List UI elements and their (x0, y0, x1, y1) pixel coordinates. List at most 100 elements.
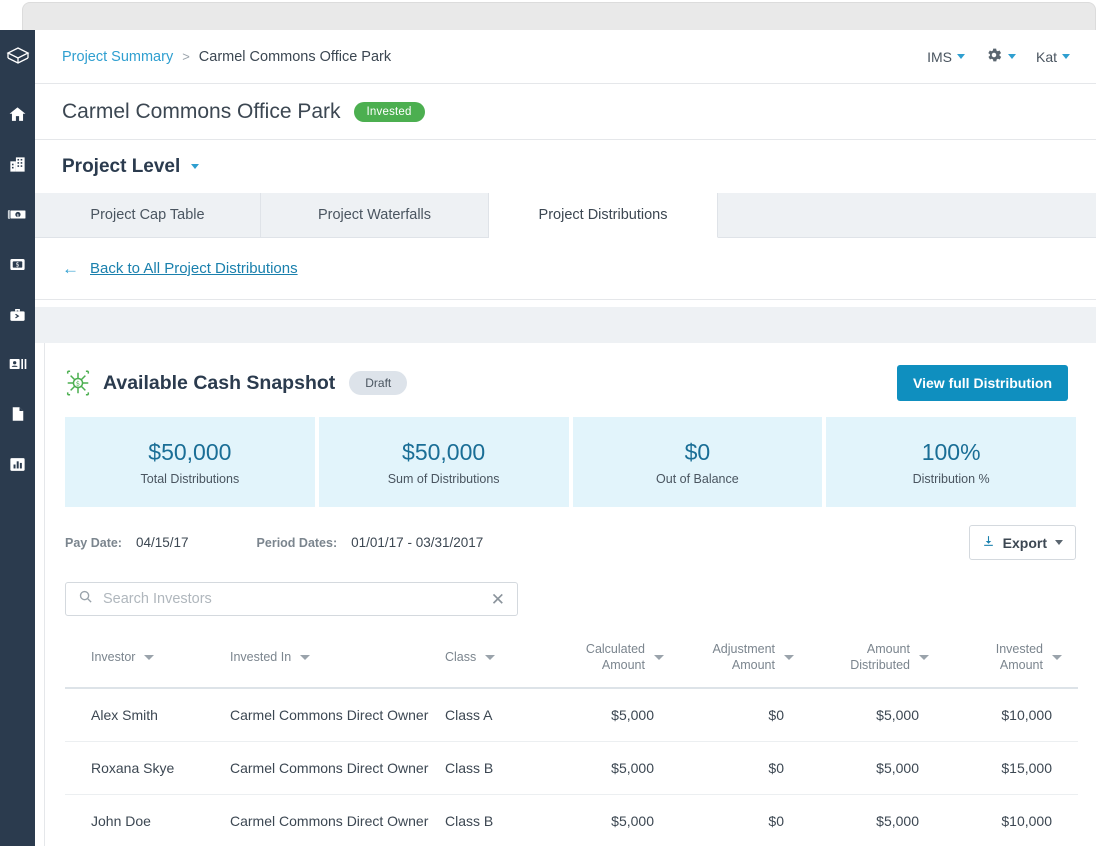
cell-invested-amount: $10,000 (945, 794, 1078, 846)
sidebar-item-documents[interactable] (0, 389, 35, 439)
draft-badge: Draft (349, 371, 408, 395)
breadcrumb-project-summary[interactable]: Project Summary (62, 49, 173, 65)
briefcase-icon (8, 305, 27, 324)
column-label-line2: Amount (999, 657, 1043, 672)
arrow-left-icon[interactable]: ← (62, 259, 79, 279)
table-row[interactable]: Alex Smith Carmel Commons Direct Owner C… (65, 688, 1078, 743)
app-logo-icon[interactable] (6, 46, 30, 75)
project-level-row: Project Level (35, 140, 1096, 193)
project-title-row: Carmel Commons Office Park Invested (35, 84, 1096, 140)
snapshot-header: $ Available Cash Snapshot Draft View ful… (45, 343, 1096, 401)
app-root: $ $ Project Summary > Carmel Commons Off… (0, 0, 1096, 846)
column-header-calculated-amount[interactable]: Calculated Amount (540, 634, 680, 688)
search-input[interactable] (103, 591, 491, 607)
column-header-class[interactable]: Class (445, 634, 540, 688)
distribution-detail-card: $ Available Cash Snapshot Draft View ful… (44, 343, 1096, 846)
column-label-line2: Amount (601, 657, 645, 672)
stat-card-sum-of-distributions: $50,000 Sum of Distributions (318, 417, 569, 507)
column-label: Investor (91, 649, 136, 664)
sidebar-item-portfolio[interactable] (0, 289, 35, 339)
column-label-line1: Invested (995, 642, 1043, 656)
column-header-invested-in[interactable]: Invested In (230, 634, 445, 688)
stat-value: 100% (921, 438, 981, 465)
tab-project-distributions[interactable]: Project Distributions (489, 193, 718, 238)
chevron-down-icon[interactable] (191, 164, 200, 169)
user-menu[interactable]: Kat (1036, 49, 1070, 65)
column-label-line1: Adjustment (712, 642, 775, 656)
contact-card-icon (8, 354, 28, 374)
chevron-down-icon (1062, 54, 1070, 59)
period-dates-value: 01/01/17 - 03/31/2017 (351, 535, 484, 550)
search-investors-box[interactable]: ✕ (65, 582, 518, 616)
back-to-all-distributions-link[interactable]: Back to All Project Distributions (90, 260, 298, 277)
cell-adjustment-amount: $0 (680, 794, 810, 846)
svg-text:$: $ (17, 212, 20, 218)
sidebar-item-reports[interactable] (0, 439, 35, 489)
close-icon[interactable]: ✕ (491, 591, 505, 608)
tab-project-waterfalls[interactable]: Project Waterfalls (261, 193, 489, 237)
top-navigation-bar: Project Summary > Carmel Commons Office … (35, 30, 1096, 84)
sidebar-item-properties[interactable] (0, 139, 35, 189)
browser-chrome-bar (22, 2, 1096, 30)
investor-distribution-table: Investor Invested In Class Calculated Amo… (45, 616, 1096, 846)
cell-class: Class B (445, 794, 540, 846)
money-distribution-icon: $ (65, 370, 91, 396)
project-level-label: Project Level (62, 155, 181, 177)
svg-text:$: $ (76, 379, 80, 387)
cash-stack-icon: $ (7, 204, 28, 225)
sort-caret-icon (654, 655, 664, 661)
stat-label: Sum of Distributions (387, 471, 500, 486)
page-title: Carmel Commons Office Park (62, 99, 341, 123)
cell-investor: Alex Smith (65, 688, 230, 743)
view-full-distribution-button[interactable]: View full Distribution (897, 365, 1068, 401)
cell-investor: Roxana Skye (65, 741, 230, 796)
column-header-amount-distributed[interactable]: Amount Distributed (810, 634, 945, 688)
table-row[interactable]: Roxana Skye Carmel Commons Direct Owner … (65, 741, 1078, 796)
column-header-adjustment-amount[interactable]: Adjustment Amount (680, 634, 810, 688)
stat-card-total-distributions: $50,000 Total Distributions (65, 417, 315, 507)
breadcrumb-current: Carmel Commons Office Park (198, 48, 392, 65)
period-dates-label: Period Dates: (256, 535, 338, 550)
sort-caret-icon (919, 655, 929, 661)
sidebar-item-distributions[interactable]: $ (0, 239, 35, 289)
table-header-row: Investor Invested In Class Calculated Amo… (65, 634, 1078, 689)
home-icon (8, 105, 27, 124)
dollar-box-icon: $ (8, 255, 27, 274)
back-link-row: ← Back to All Project Distributions (35, 238, 1096, 300)
export-label: Export (1002, 534, 1047, 551)
tab-label: Project Distributions (538, 207, 668, 223)
org-menu[interactable]: IMS (927, 49, 965, 65)
tab-project-cap-table[interactable]: Project Cap Table (35, 193, 261, 237)
tab-label: Project Cap Table (90, 207, 205, 223)
cell-calculated-amount: $5,000 (540, 688, 680, 743)
stat-value: $0 (684, 438, 711, 465)
stat-card-out-of-balance: $0 Out of Balance (572, 417, 823, 507)
sort-caret-icon (784, 655, 794, 661)
cell-amount-distributed: $5,000 (810, 688, 945, 743)
page-container: Project Summary > Carmel Commons Office … (35, 30, 1096, 846)
column-header-invested-amount[interactable]: Invested Amount (945, 634, 1078, 688)
sidebar-item-home[interactable] (0, 89, 35, 139)
breadcrumb-separator: > (182, 49, 190, 64)
column-label-line2: Distributed (850, 657, 910, 672)
sort-caret-icon (300, 655, 311, 661)
column-label: Class (445, 649, 477, 664)
pay-date-value: 04/15/17 (135, 535, 189, 550)
sort-caret-icon (1052, 655, 1062, 661)
sidebar-item-fundraising[interactable]: $ (0, 189, 35, 239)
left-sidebar: $ $ (0, 30, 35, 846)
building-icon (8, 155, 27, 174)
settings-menu[interactable] (985, 46, 1016, 67)
cell-invested-in: Carmel Commons Direct Owner (230, 741, 445, 796)
export-button[interactable]: Export (968, 525, 1076, 560)
sort-caret-icon (485, 655, 496, 661)
chevron-down-icon (1055, 540, 1063, 545)
cell-amount-distributed: $5,000 (810, 794, 945, 846)
cell-investor: John Doe (65, 794, 230, 846)
column-header-investor[interactable]: Investor (65, 634, 230, 688)
cell-invested-in: Carmel Commons Direct Owner (230, 794, 445, 846)
table-row[interactable]: John Doe Carmel Commons Direct Owner Cla… (65, 794, 1078, 846)
sidebar-item-investors[interactable] (0, 339, 35, 389)
stat-card-distribution-percent: 100% Distribution % (826, 417, 1076, 507)
tab-bar-filler (718, 193, 1096, 237)
